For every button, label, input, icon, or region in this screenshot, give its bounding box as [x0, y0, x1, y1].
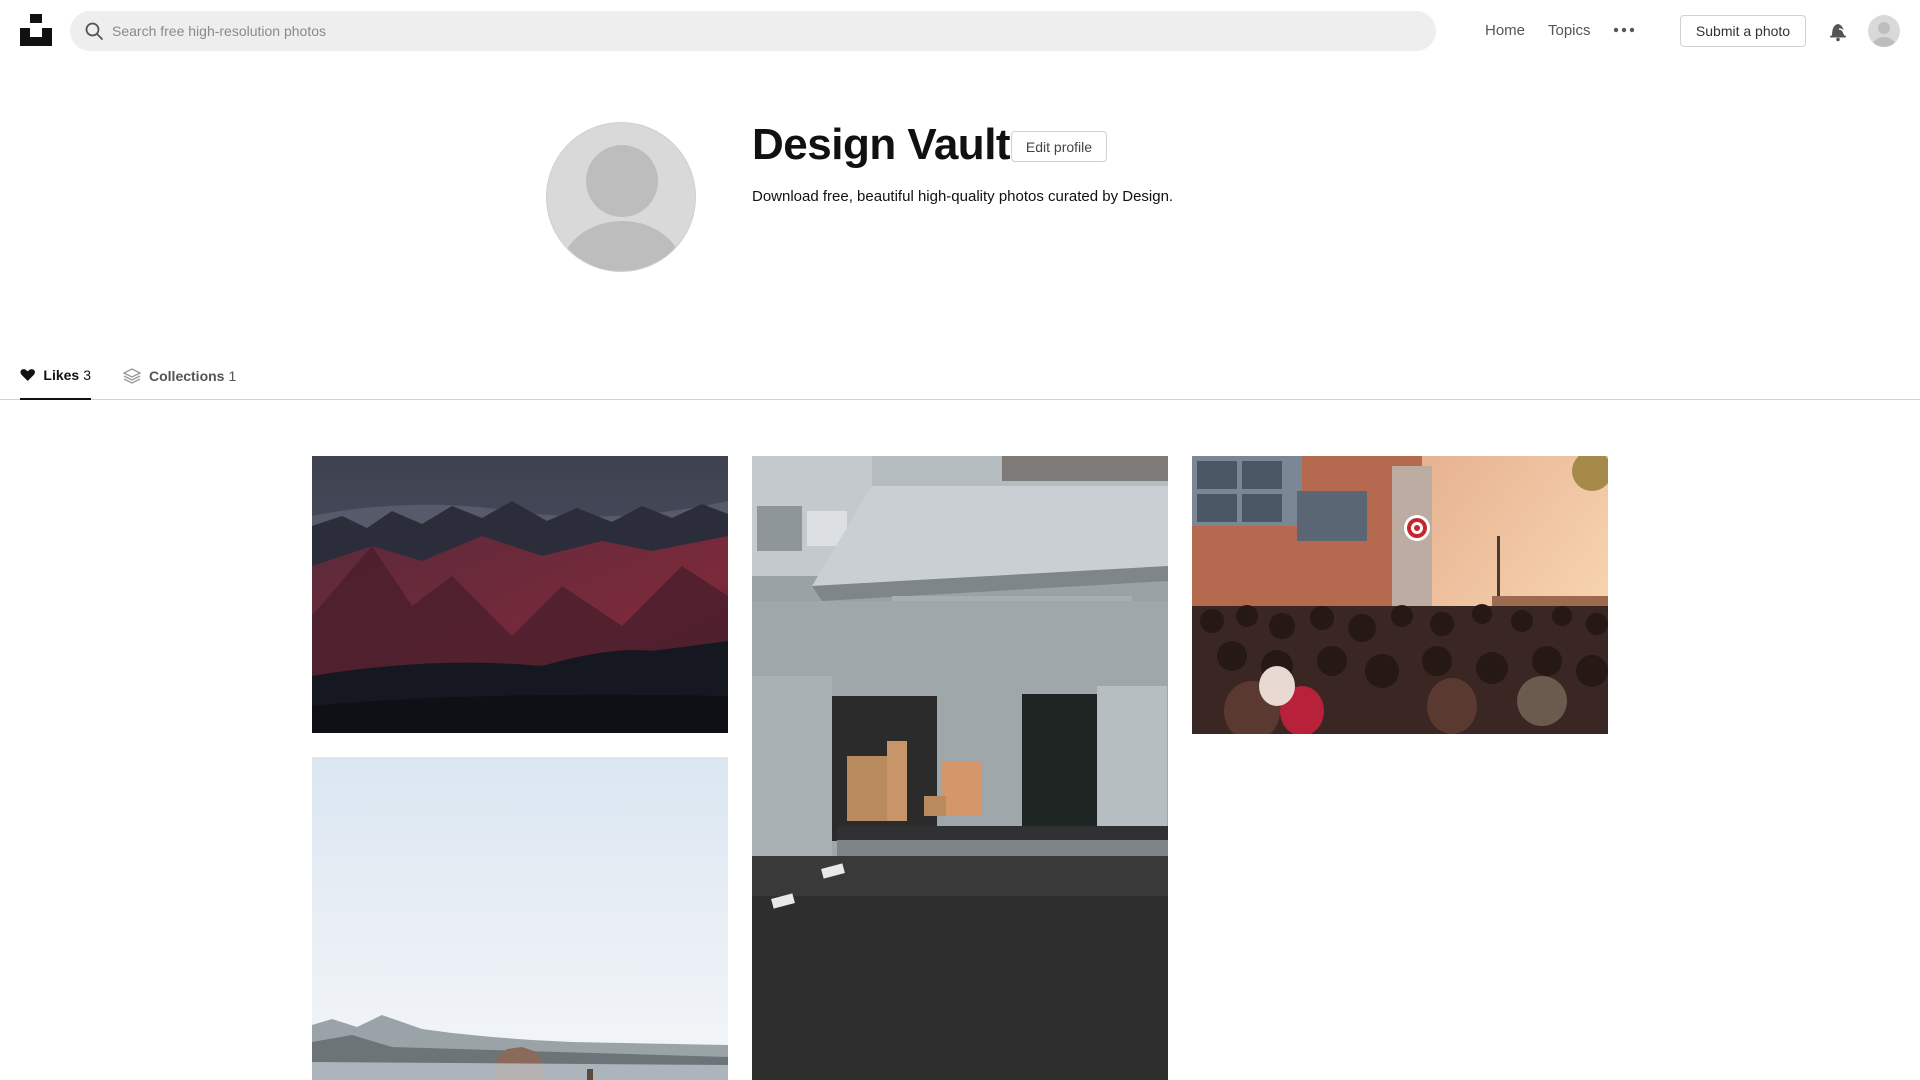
heart-icon	[20, 369, 35, 381]
user-avatar[interactable]	[1868, 15, 1900, 47]
mountains-image	[312, 456, 728, 733]
tab-collections-count: 1	[228, 368, 237, 384]
search-icon[interactable]	[84, 21, 104, 41]
top-nav: Home Topics Submit a photo	[0, 0, 1920, 62]
nav-home-link[interactable]: Home	[1485, 22, 1525, 39]
tab-likes-label: Likes	[43, 367, 80, 383]
edit-profile-button[interactable]: Edit profile	[1011, 131, 1107, 162]
tab-collections-label: Collections	[149, 368, 225, 384]
profile-name: Design Vault	[752, 120, 1011, 169]
photo-mountains[interactable]	[312, 456, 728, 733]
tab-likes-count: 3	[83, 367, 91, 383]
notifications-bell-icon[interactable]	[1825, 18, 1851, 44]
more-options-icon[interactable]	[1612, 20, 1636, 40]
collections-icon	[123, 368, 141, 384]
avatar-placeholder-icon	[1873, 22, 1895, 47]
nav-topics-link[interactable]: Topics	[1548, 22, 1591, 39]
profile-avatar	[546, 122, 696, 272]
avatar-placeholder-icon	[560, 145, 684, 271]
submit-photo-button[interactable]: Submit a photo	[1680, 15, 1806, 47]
unsplash-logo-icon[interactable]	[20, 14, 52, 46]
tab-likes[interactable]: Likes 3	[20, 352, 91, 400]
search-input[interactable]	[112, 11, 1412, 51]
photo-crowd[interactable]	[1192, 456, 1608, 734]
tab-collections[interactable]: Collections 1	[123, 352, 236, 400]
photo-warehouse[interactable]	[752, 456, 1168, 1080]
profile-tabs: Likes 3 Collections 1	[0, 352, 1920, 400]
photo-coast[interactable]	[312, 757, 728, 1080]
profile-bio: Download free, beautiful high-quality ph…	[752, 188, 1174, 205]
crowd-image	[1192, 456, 1608, 734]
coast-image	[312, 757, 728, 1080]
search-bar[interactable]	[70, 11, 1436, 51]
warehouse-image	[752, 456, 1168, 1080]
